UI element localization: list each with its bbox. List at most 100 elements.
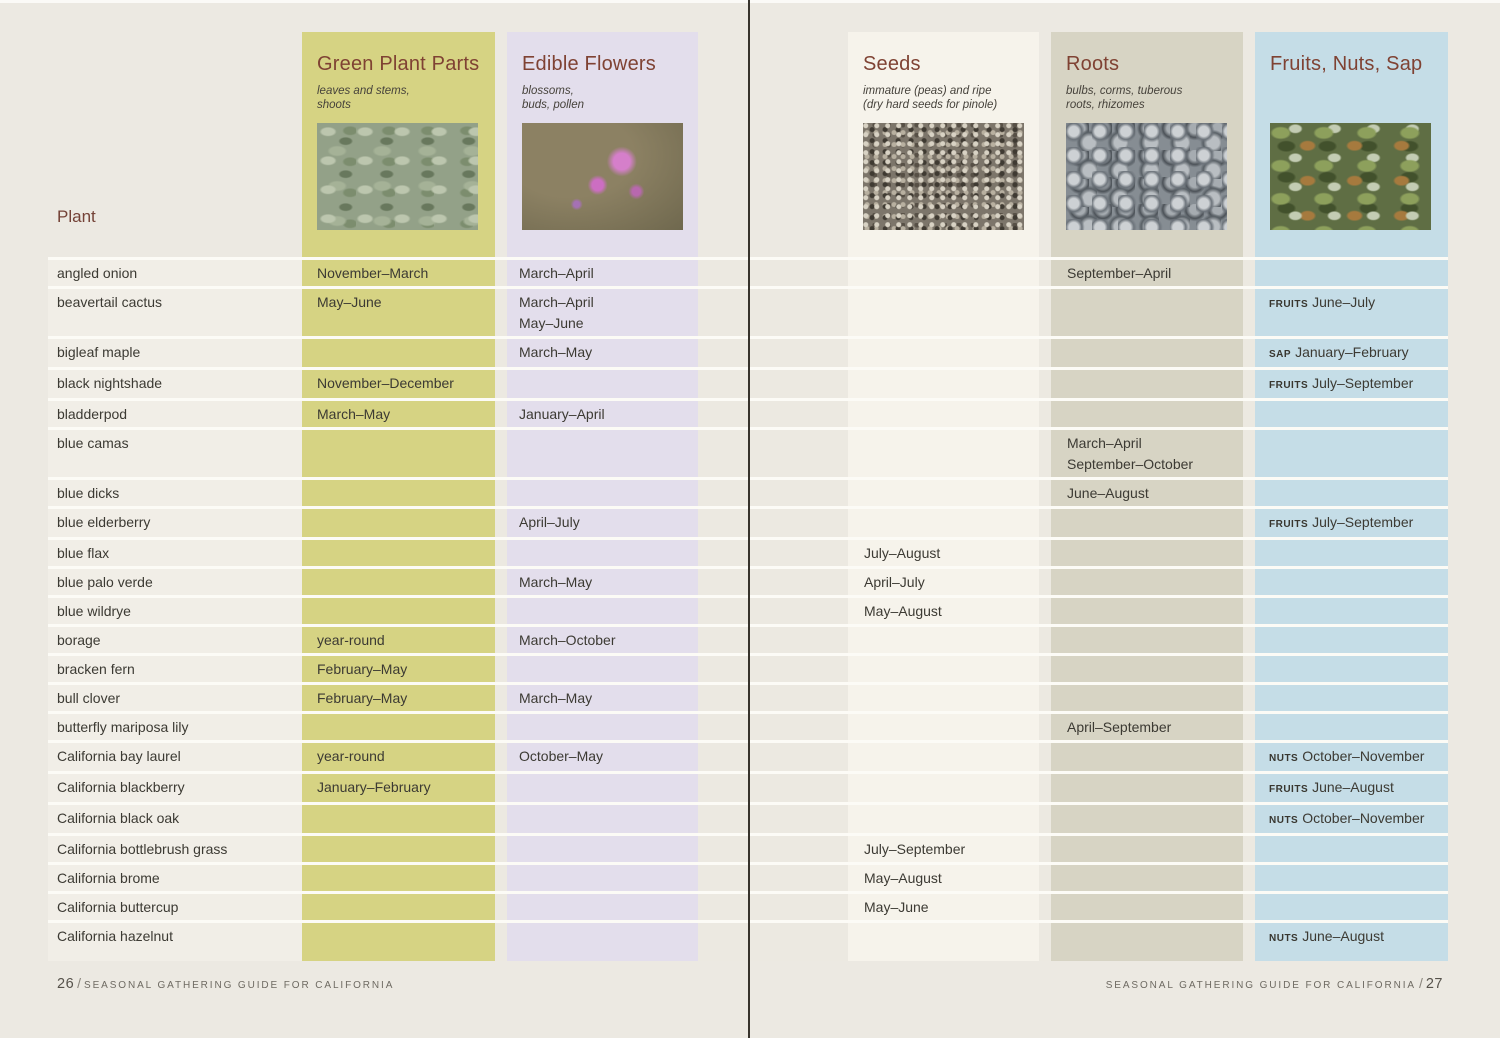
bulbs-photo	[1066, 123, 1227, 230]
cell-roots	[1051, 656, 1243, 682]
cell-seeds	[848, 509, 1039, 537]
cell-spacer	[1039, 339, 1051, 367]
cell-spacer	[495, 339, 507, 367]
cell-spacer	[1243, 370, 1255, 398]
cell-roots	[1051, 370, 1243, 398]
cell-roots	[1051, 598, 1243, 624]
cell-seeds	[848, 339, 1039, 367]
cell-plant: bigleaf maple	[48, 339, 302, 367]
cell-roots	[1051, 894, 1243, 920]
part-tag: SAP	[1269, 349, 1291, 360]
cell-spacer	[698, 540, 848, 566]
cell-spacer	[495, 774, 507, 802]
cell-spacer	[1039, 430, 1051, 477]
cell-spacer	[1243, 627, 1255, 653]
cell-flowers: January–April	[507, 401, 698, 427]
cell-spacer	[1243, 656, 1255, 682]
footer-title-left: SEASONAL GATHERING GUIDE FOR CALIFORNIA	[84, 980, 394, 991]
cell-spacer	[698, 569, 848, 595]
cell-flowers: March–AprilMay–June	[507, 289, 698, 336]
cell-spacer	[1243, 894, 1255, 920]
cell-spacer	[495, 805, 507, 833]
cell-spacer	[1243, 598, 1255, 624]
cell-spacer	[495, 836, 507, 862]
part-tag: FRUITS	[1269, 519, 1308, 530]
cell-green	[302, 714, 495, 740]
part-tag: NUTS	[1269, 753, 1298, 764]
pink-flower-photo	[522, 123, 683, 230]
cell-fruits	[1255, 430, 1448, 477]
cell-fruits: FRUITSJune–July	[1255, 289, 1448, 336]
cell-spacer	[1243, 339, 1255, 367]
cell-spacer	[1243, 774, 1255, 802]
cell-fruits: FRUITSJuly–September	[1255, 509, 1448, 537]
leafy-plant-photo	[317, 123, 478, 230]
cell-spacer	[1039, 805, 1051, 833]
cell-flowers	[507, 656, 698, 682]
cell-plant: beavertail cactus	[48, 289, 302, 336]
cell-spacer	[495, 714, 507, 740]
cell-spacer	[1243, 865, 1255, 891]
cell-roots	[1051, 569, 1243, 595]
cell-roots	[1051, 627, 1243, 653]
column-title: Fruits, Nuts, Sap	[1270, 53, 1448, 76]
cell-plant: California hazelnut	[48, 923, 302, 961]
cell-spacer	[495, 656, 507, 682]
cell-flowers	[507, 836, 698, 862]
cell-seeds	[848, 260, 1039, 286]
cell-plant: angled onion	[48, 260, 302, 286]
cell-spacer	[495, 627, 507, 653]
cell-fruits	[1255, 260, 1448, 286]
cell-plant: blue dicks	[48, 480, 302, 506]
cell-green: November–December	[302, 370, 495, 398]
cell-spacer	[698, 598, 848, 624]
cell-roots	[1051, 289, 1243, 336]
cell-green: May–June	[302, 289, 495, 336]
cell-spacer	[698, 743, 848, 771]
cell-seeds	[848, 430, 1039, 477]
cell-flowers: March–October	[507, 627, 698, 653]
cell-fruits	[1255, 894, 1448, 920]
cell-green: January–February	[302, 774, 495, 802]
cell-spacer	[495, 598, 507, 624]
cell-spacer	[1039, 923, 1051, 961]
cell-green: March–May	[302, 401, 495, 427]
cell-flowers: October–May	[507, 743, 698, 771]
cell-flowers	[507, 714, 698, 740]
page-number-left: 26	[57, 976, 74, 992]
cell-spacer	[1243, 569, 1255, 595]
cell-plant: blue flax	[48, 540, 302, 566]
cell-spacer	[698, 509, 848, 537]
cell-flowers: March–May	[507, 339, 698, 367]
cell-roots	[1051, 836, 1243, 862]
cell-roots	[1051, 401, 1243, 427]
cell-spacer	[1243, 430, 1255, 477]
cell-fruits	[1255, 569, 1448, 595]
cell-fruits	[1255, 656, 1448, 682]
cell-green	[302, 923, 495, 961]
cell-fruits	[1255, 714, 1448, 740]
cell-roots: April–September	[1051, 714, 1243, 740]
cell-seeds: May–June	[848, 894, 1039, 920]
cell-green	[302, 569, 495, 595]
plant-column-heading: Plant	[57, 207, 96, 227]
cell-fruits: FRUITSJuly–September	[1255, 370, 1448, 398]
footer-right: SEASONAL GATHERING GUIDE FOR CALIFORNIA/…	[1106, 975, 1443, 993]
page-gutter-line	[748, 0, 750, 1038]
cell-spacer	[495, 540, 507, 566]
cell-spacer	[698, 923, 848, 961]
cell-green	[302, 339, 495, 367]
cell-plant: bull clover	[48, 685, 302, 711]
cell-green	[302, 805, 495, 833]
cell-seeds	[848, 805, 1039, 833]
cell-flowers	[507, 894, 698, 920]
cell-fruits	[1255, 598, 1448, 624]
column-header-seeds: Seedsimmature (peas) and ripe (dry hard …	[848, 32, 1039, 257]
cell-flowers	[507, 430, 698, 477]
cell-spacer	[495, 865, 507, 891]
cell-seeds: April–July	[848, 569, 1039, 595]
cell-green: February–May	[302, 685, 495, 711]
part-tag: FRUITS	[1269, 784, 1308, 795]
cell-seeds	[848, 401, 1039, 427]
cell-spacer	[698, 339, 848, 367]
